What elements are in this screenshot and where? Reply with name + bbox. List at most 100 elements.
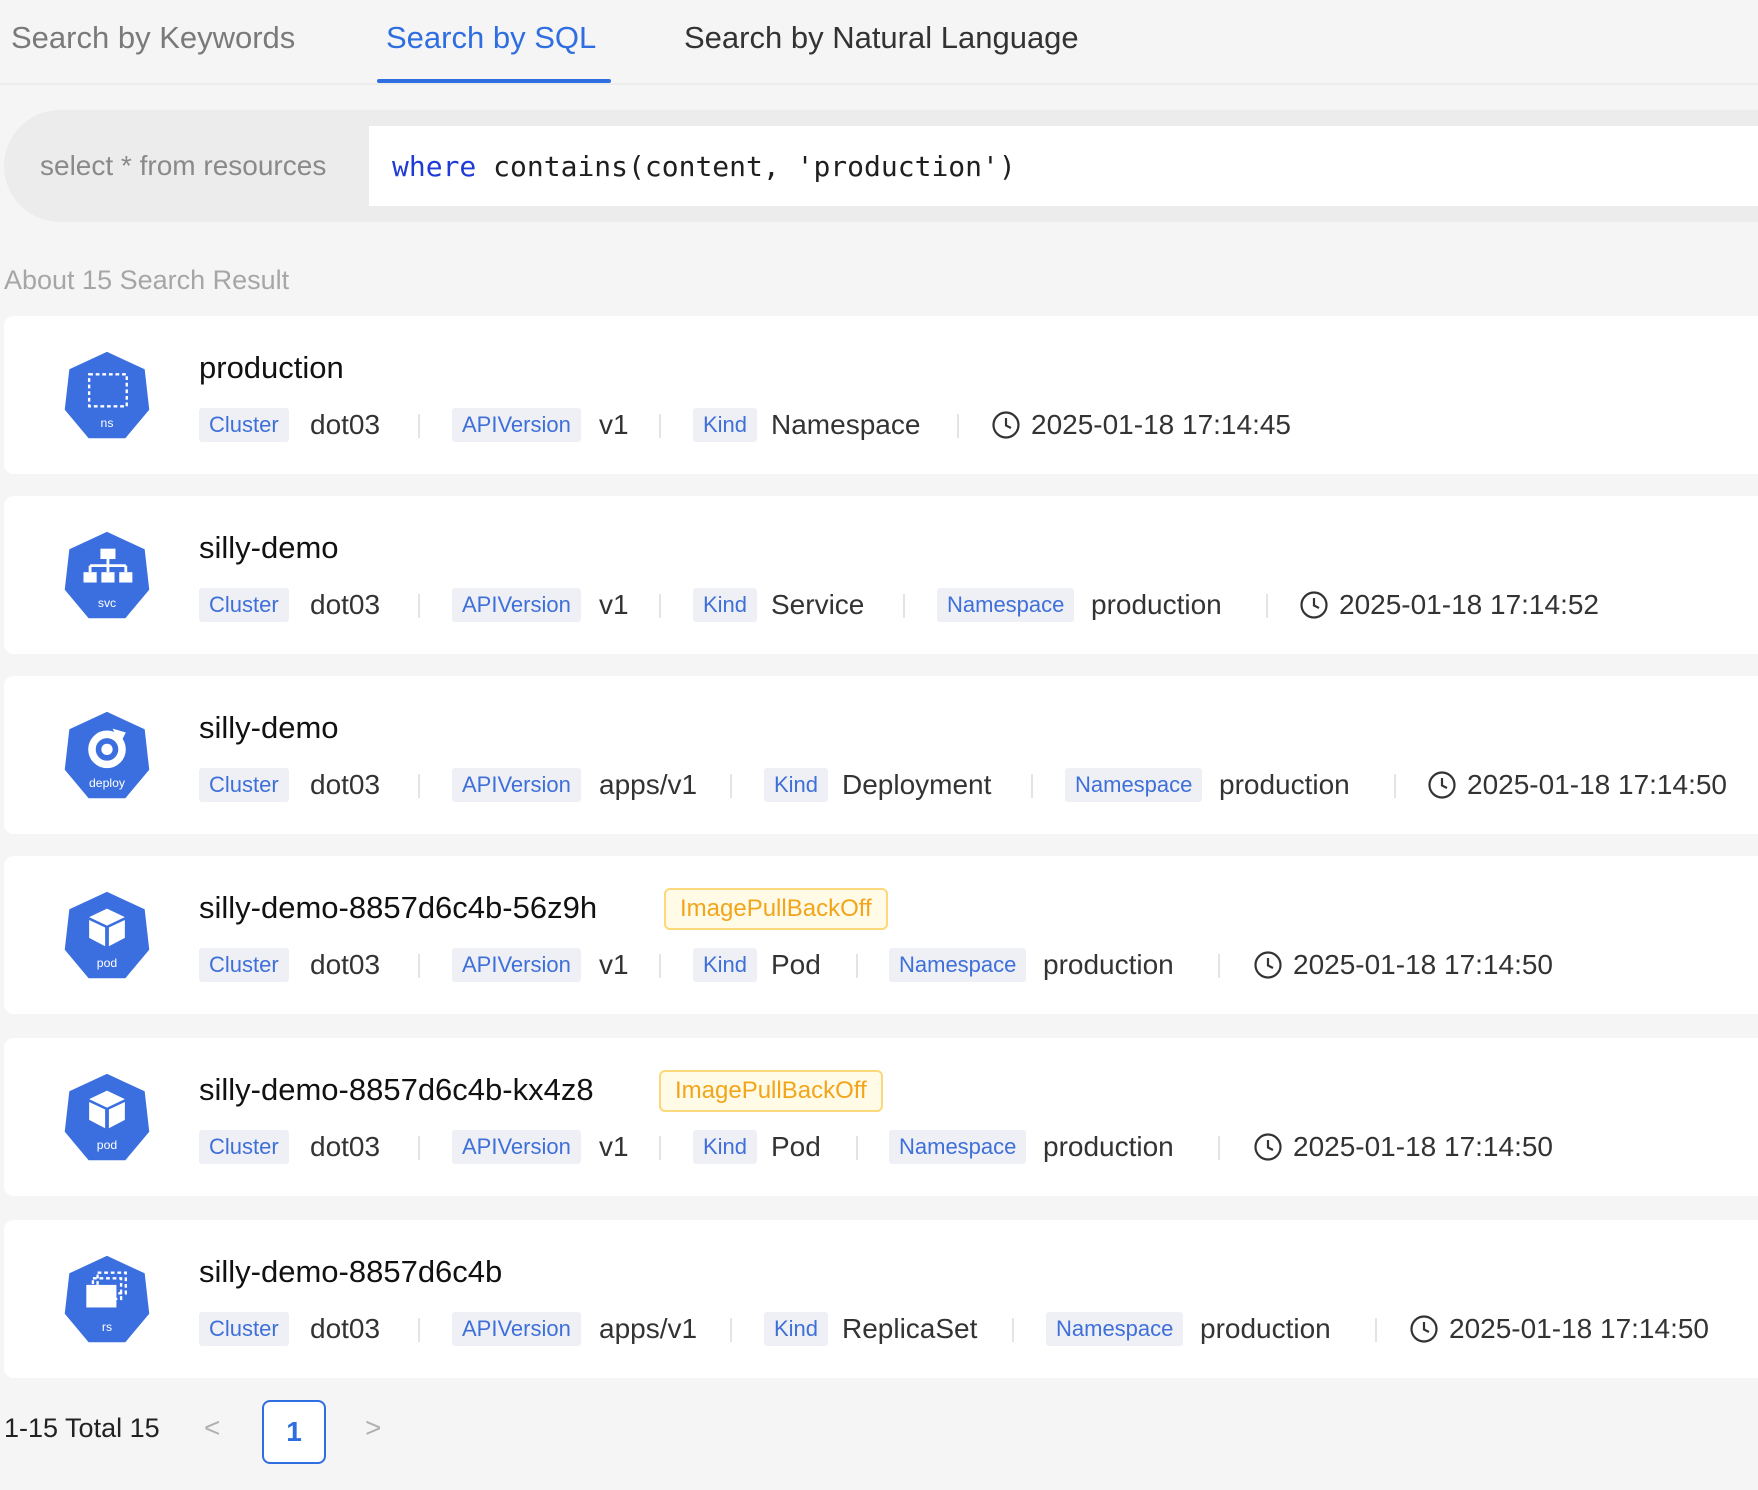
tab-search-by-keywords[interactable]: Search by Keywords <box>11 20 295 56</box>
active-tab-indicator <box>377 79 611 83</box>
apiversion-value: apps/v1 <box>599 1313 698 1344</box>
apiversion-value: v1 <box>599 1131 629 1162</box>
divider <box>730 1318 732 1342</box>
apiversion-value: v1 <box>599 409 629 440</box>
cluster-tag: Cluster <box>199 1130 289 1164</box>
cluster-tag: Cluster <box>199 768 289 802</box>
result-card[interactable]: ns production Cluster dot03 APIVersion v1 Kind… <box>4 316 1758 474</box>
timestamp: 2025-01-18 17:14:52 <box>1339 589 1599 620</box>
divider <box>957 414 959 438</box>
sql-query-bar: select * from resources where contains(c… <box>4 110 1758 222</box>
result-card[interactable]: pod silly-demo-8857d6c4b-kx4z8 ImagePullBa… <box>4 1038 1758 1196</box>
namespace-value: production <box>1043 1131 1174 1162</box>
kind-value: Deployment <box>842 769 992 800</box>
pod-icon: pod <box>60 1070 154 1164</box>
kind-tag: Kind <box>693 1130 758 1164</box>
clock-icon <box>1253 1132 1283 1162</box>
svg-text:ns: ns <box>101 416 114 430</box>
namespace-value: production <box>1091 589 1222 620</box>
result-card[interactable]: deploy silly-demo Cluster dot03 APIVersion ap… <box>4 676 1758 834</box>
sql-query-prefix: select * from resources <box>40 150 327 181</box>
kind-value: ReplicaSet <box>842 1313 978 1344</box>
status-badge: ImagePullBackOff <box>664 888 888 930</box>
svg-text:pod: pod <box>97 1138 118 1152</box>
apiversion-tag: APIVersion <box>452 588 581 622</box>
divider <box>903 594 905 618</box>
kind-tag: Kind <box>764 768 829 802</box>
tab-search-by-natural-language[interactable]: Search by Natural Language <box>684 20 1079 56</box>
service-icon: svc <box>60 528 154 622</box>
result-card[interactable]: rs silly-demo-8857d6c4b Cluster dot03 APIVer… <box>4 1220 1758 1378</box>
divider <box>418 954 420 978</box>
result-title[interactable]: silly-demo <box>199 710 339 746</box>
namespace-tag: Namespace <box>889 948 1027 982</box>
cluster-value: dot03 <box>310 769 381 800</box>
status-badge: ImagePullBackOff <box>659 1070 883 1112</box>
apiversion-value: v1 <box>599 949 629 980</box>
svg-text:svc: svc <box>98 596 116 610</box>
cluster-tag: Cluster <box>199 948 289 982</box>
timestamp: 2025-01-18 17:14:45 <box>1031 409 1291 440</box>
timestamp: 2025-01-18 17:14:50 <box>1293 949 1553 980</box>
apiversion-tag: APIVersion <box>452 1312 581 1346</box>
clock-icon <box>991 410 1021 440</box>
kind-value: Pod <box>771 1131 821 1162</box>
tab-search-by-sql[interactable]: Search by SQL <box>386 20 596 56</box>
divider <box>418 1136 420 1160</box>
clock-icon <box>1427 770 1457 800</box>
pagination-page-button[interactable]: 1 <box>262 1400 326 1464</box>
apiversion-value: apps/v1 <box>599 769 698 800</box>
divider <box>1266 594 1268 618</box>
result-title[interactable]: silly-demo-8857d6c4b-56z9h <box>199 890 597 926</box>
namespace-icon: ns <box>60 348 154 442</box>
divider <box>659 1136 661 1160</box>
divider <box>1218 1136 1220 1160</box>
divider <box>659 594 661 618</box>
svg-text:rs: rs <box>102 1320 112 1334</box>
divider <box>418 414 420 438</box>
result-title[interactable]: silly-demo-8857d6c4b-kx4z8 <box>199 1072 594 1108</box>
clock-icon <box>1299 590 1329 620</box>
sql-keyword: where <box>392 149 477 183</box>
namespace-value: production <box>1043 949 1174 980</box>
divider <box>1218 954 1220 978</box>
divider <box>418 774 420 798</box>
result-title[interactable]: production <box>199 350 344 386</box>
cluster-tag: Cluster <box>199 408 289 442</box>
result-card[interactable]: svc silly-demo Cluster dot03 APIVersion v1 Kin… <box>4 496 1758 654</box>
pagination-prev-button[interactable]: < <box>204 1412 220 1444</box>
namespace-tag: Namespace <box>1065 768 1203 802</box>
divider <box>1012 1318 1014 1342</box>
result-title[interactable]: silly-demo-8857d6c4b <box>199 1254 502 1290</box>
divider <box>1031 774 1033 798</box>
deployment-icon: deploy <box>60 708 154 802</box>
kind-value: Pod <box>771 949 821 980</box>
result-count: About 15 Search Result <box>4 265 290 295</box>
divider <box>730 774 732 798</box>
apiversion-tag: APIVersion <box>452 1130 581 1164</box>
divider <box>659 954 661 978</box>
kind-value: Namespace <box>771 409 921 440</box>
kind-tag: Kind <box>693 408 758 442</box>
apiversion-value: v1 <box>599 589 629 620</box>
namespace-value: production <box>1219 769 1350 800</box>
kind-tag: Kind <box>693 948 758 982</box>
pod-icon: pod <box>60 888 154 982</box>
cluster-value: dot03 <box>310 949 381 980</box>
cluster-value: dot03 <box>310 1313 381 1344</box>
svg-text:pod: pod <box>97 956 118 970</box>
sql-query-input[interactable]: where contains(content, 'production') <box>369 126 1758 206</box>
cluster-tag: Cluster <box>199 588 289 622</box>
divider <box>1394 774 1396 798</box>
kind-tag: Kind <box>764 1312 829 1346</box>
divider <box>856 1136 858 1160</box>
result-title[interactable]: silly-demo <box>199 530 339 566</box>
pagination-total: 1-15 Total 15 <box>4 1413 160 1443</box>
namespace-value: production <box>1200 1313 1331 1344</box>
result-card[interactable]: pod silly-demo-8857d6c4b-56z9h ImagePullBa… <box>4 856 1758 1014</box>
pagination-next-button[interactable]: > <box>365 1412 381 1444</box>
kind-tag: Kind <box>693 588 758 622</box>
svg-text:deploy: deploy <box>89 776 126 790</box>
timestamp: 2025-01-18 17:14:50 <box>1449 1313 1709 1344</box>
apiversion-tag: APIVersion <box>452 948 581 982</box>
